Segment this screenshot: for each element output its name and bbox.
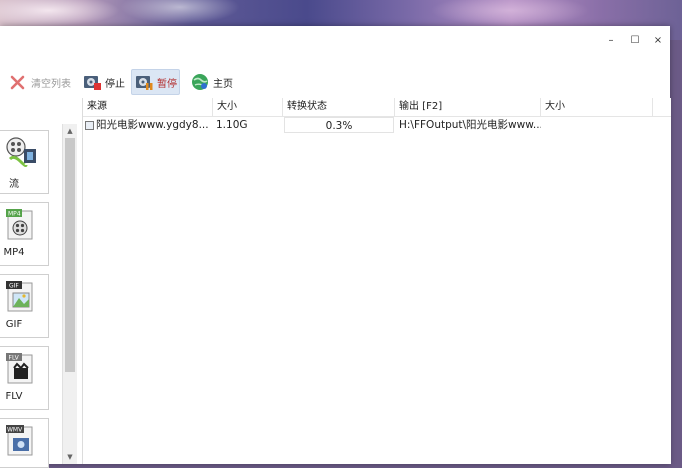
svg-text:FLV: FLV: [9, 355, 20, 362]
column-header-output[interactable]: 输出 [F2]: [395, 98, 541, 116]
stop-button[interactable]: 停止: [82, 70, 125, 94]
scroll-up-arrow-icon[interactable]: ▲: [63, 124, 77, 138]
format-panel: 流 MP4 MP4 GIF GIF FLV FLV WMV ▲ ▼: [0, 124, 80, 468]
format-item-wmv[interactable]: WMV: [0, 418, 49, 468]
wallpaper-cloud: [120, 0, 240, 24]
format-label-stream: 流: [9, 179, 19, 190]
wallpaper-cloud: [430, 0, 590, 26]
stop-label: 停止: [105, 78, 125, 90]
column-header-output-size[interactable]: 大小: [541, 98, 653, 116]
table-header: 来源 大小 转换状态 输出 [F2] 大小: [83, 98, 671, 117]
stop-film-icon: [84, 76, 101, 90]
pause-button[interactable]: 暂停: [131, 69, 180, 95]
table-row[interactable]: 阳光电影www.ygdy8... 1.10G 0.3% H:\FFOutput\…: [83, 117, 671, 133]
format-item-gif[interactable]: GIF GIF: [0, 274, 49, 338]
format-item-mp4[interactable]: MP4 MP4: [0, 202, 49, 266]
format-label-flv: FLV: [5, 391, 23, 402]
minimize-button[interactable]: –: [600, 31, 622, 49]
mp4-file-icon: MP4: [6, 209, 33, 240]
home-label: 主页: [213, 78, 233, 90]
video-film-icon: [6, 137, 36, 167]
clear-list-button[interactable]: 清空列表: [8, 70, 71, 94]
file-list-table: 来源 大小 转换状态 输出 [F2] 大小 阳光电影www.ygdy8... 1…: [82, 98, 671, 464]
source-cell: 阳光电影www.ygdy8...: [85, 117, 213, 133]
scroll-down-arrow-icon[interactable]: ▼: [63, 450, 77, 464]
svg-text:WMV: WMV: [7, 427, 23, 434]
file-icon: [85, 120, 94, 130]
source-name: 阳光电影www.ygdy8...: [96, 119, 209, 131]
column-header-size[interactable]: 大小: [213, 98, 283, 116]
delete-x-icon: [10, 75, 25, 90]
wmv-file-icon: WMV: [6, 425, 33, 456]
globe-home-icon: [192, 74, 208, 90]
format-item-flv[interactable]: FLV FLV: [0, 346, 49, 410]
column-header-status[interactable]: 转换状态: [283, 98, 395, 116]
flv-file-icon: FLV: [6, 353, 33, 384]
maximize-button[interactable]: ☐: [624, 31, 646, 49]
pause-label: 暂停: [157, 78, 177, 90]
scroll-thumb[interactable]: [65, 138, 75, 372]
pause-film-icon: [136, 76, 153, 90]
format-label-gif: GIF: [5, 319, 23, 330]
toolbar: 清空列表 停止 暂停 主页: [0, 66, 670, 98]
svg-text:GIF: GIF: [9, 283, 19, 290]
wallpaper-cloud: [0, 0, 120, 26]
status-cell: 0.3%: [284, 117, 394, 133]
output-path-cell: H:\FFOutput\阳光电影www...: [399, 119, 541, 131]
format-label-mp4: MP4: [3, 247, 25, 258]
svg-text:MP4: MP4: [8, 211, 21, 218]
app-window: – ☐ × 清空列表 停止 暂停 主页 流 MP4 MP4 GIF GIF FL…: [0, 26, 671, 468]
title-bar: – ☐ ×: [0, 26, 670, 56]
size-cell: 1.10G: [216, 119, 248, 131]
format-item-stream[interactable]: 流: [0, 130, 49, 194]
clear-list-label: 清空列表: [31, 78, 71, 90]
gif-file-icon: GIF: [6, 281, 33, 312]
format-panel-scrollbar[interactable]: ▲ ▼: [62, 124, 77, 464]
home-button[interactable]: 主页: [190, 70, 233, 94]
column-header-source[interactable]: 来源: [83, 98, 213, 116]
close-button[interactable]: ×: [647, 31, 669, 49]
